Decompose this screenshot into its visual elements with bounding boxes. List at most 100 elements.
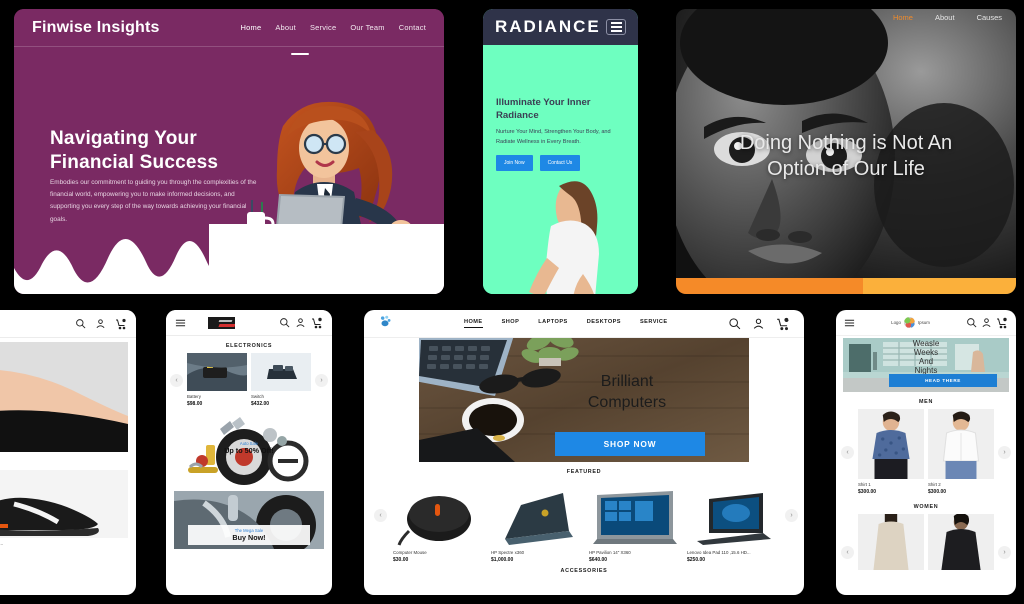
user-icon[interactable] [752, 317, 765, 330]
radiance-header: RADIANCE [483, 9, 638, 45]
nav-item-home[interactable]: Home [893, 13, 913, 22]
card-auto-parts-shop[interactable]: 0 ELECTRONICS ‹ Battery $98.00 Switch $4… [166, 310, 332, 595]
nav-item-shop[interactable]: SHOP [502, 319, 520, 328]
shirt-1-model-photo [858, 409, 924, 479]
nav-item-our-team[interactable]: Our Team [350, 23, 384, 32]
computers-hero-banner[interactable]: Brilliant Computers SHOP NOW [419, 338, 749, 462]
product-card[interactable] [928, 514, 994, 570]
product-price: $432.00 [251, 401, 270, 407]
card-footwear-shop[interactable]: ear W Sport Air Max 90 Shoes ... .00 › [0, 310, 136, 595]
auto-sale-banner[interactable]: Auto Sale Up to 50% Off! [174, 415, 324, 485]
product-name: Shirt 2 [928, 482, 941, 487]
nav-item-about[interactable]: About [935, 13, 955, 22]
finwise-brand: Finwise Insights [32, 18, 160, 36]
product-card[interactable]: Battery $98.00 [187, 353, 247, 407]
mega-sale-banner[interactable]: The Mega Sale Buy Now! [174, 491, 324, 549]
hp-pavilion-photo [593, 491, 677, 544]
nav-item-laptops[interactable]: LAPTOPS [538, 319, 567, 328]
hero-title: Brilliant Computers [547, 372, 707, 414]
product-card[interactable]: Shirt 2 $300.00 [928, 409, 994, 495]
search-icon[interactable] [279, 317, 290, 328]
cart-icon[interactable]: 0 [776, 316, 790, 331]
finwise-hero: Finwise Insights Home About Service Our … [14, 9, 444, 294]
fashion-hero-banner[interactable]: Weasle Weeks And Nights HEAD THERE [843, 338, 1009, 392]
product-image [393, 483, 485, 547]
section-title-women: WOMEN [913, 504, 939, 510]
head-there-button[interactable]: HEAD THERE [889, 374, 997, 387]
radiance-hero: Illuminate Your Inner Radiance Nurture Y… [483, 45, 638, 294]
carousel-prev-button[interactable]: ‹ [170, 373, 183, 387]
card-charity[interactable]: Home About Causes Doing Nothing is Not A… [676, 9, 1016, 294]
product-price: $1,000.00 [491, 557, 514, 563]
nav-item-causes[interactable]: Causes [977, 13, 1002, 22]
nav-item-contact[interactable]: Contact [399, 23, 426, 32]
product-card[interactable]: Shirt 1 $300.00 [858, 409, 924, 495]
computer-mouse-photo [397, 496, 471, 546]
footwear-header [0, 310, 136, 338]
cart-icon[interactable]: 0 [311, 316, 324, 329]
nav-item-home[interactable]: HOME [464, 319, 483, 328]
cart-icon[interactable]: 0 [996, 315, 1009, 329]
product-card[interactable] [858, 514, 924, 570]
card-fashion-shop[interactable]: Logo Ipsum 0 Weasle Weeks And Nights HEA… [836, 310, 1016, 595]
finwise-nav-links: Home About Service Our Team Contact [241, 23, 426, 32]
section-title-men: MEN [918, 399, 934, 405]
footwear-hero-banner[interactable]: ear W [0, 342, 128, 452]
product-image [928, 409, 994, 479]
join-now-button[interactable]: Join Now [496, 155, 533, 171]
carousel-prev-button[interactable]: ‹ [374, 509, 387, 522]
carousel-prev-button[interactable]: ‹ [841, 445, 854, 459]
user-icon[interactable] [295, 317, 306, 328]
product-card[interactable]: Switch $432.00 [251, 353, 311, 407]
nav-item-desktops[interactable]: DESKTOPS [587, 319, 621, 328]
product-price: .00 [0, 548, 128, 554]
wellness-woman-photo [529, 181, 599, 294]
hp-spectre-photo [505, 493, 573, 545]
hamburger-icon[interactable] [844, 318, 855, 328]
nav-item-about[interactable]: About [275, 23, 296, 32]
product-card[interactable]: Lenovo Idea Pad 110 ,15.6 HD... $250.00 [687, 483, 779, 563]
product-card[interactable]: HP Pavilion 14" X360 $640.00 [589, 483, 681, 563]
hamburger-icon[interactable] [606, 19, 626, 35]
carousel-next-button[interactable]: › [315, 373, 328, 387]
user-icon[interactable] [95, 318, 106, 329]
electronics-carousel: ‹ Battery $98.00 Switch $432.00 › [166, 353, 332, 407]
logo-mark-icon [903, 317, 915, 328]
hamburger-icon[interactable] [175, 318, 186, 328]
card-finwise-insights[interactable]: Finwise Insights Home About Service Our … [14, 9, 444, 294]
search-icon[interactable] [966, 317, 977, 328]
radiance-logo: RADIANCE [495, 17, 601, 36]
product-name: HP Spectre x360 [491, 550, 525, 555]
quote-line-2: Option of Our Life [767, 157, 925, 180]
quote-line-1: Doing Nothing is Not An [739, 132, 953, 154]
auto-header: 0 [166, 310, 332, 336]
brand-logo-icon[interactable] [378, 314, 392, 333]
card-radiance[interactable]: RADIANCE Illuminate Your Inner Radiance … [483, 9, 638, 294]
auto-sale-text: Auto Sale Up to 50% Off! [174, 441, 324, 455]
carousel-next-button[interactable]: › [998, 445, 1011, 459]
computers-header: HOME SHOP LAPTOPS DESKTOPS SERVICE 0 [364, 310, 804, 338]
nav-item-service[interactable]: SERVICE [640, 319, 668, 328]
contact-us-button[interactable]: Contact Us [539, 155, 581, 171]
nav-item-service[interactable]: Service [310, 23, 336, 32]
product-name: Battery [187, 394, 201, 399]
shop-now-button[interactable]: SHOP NOW [555, 432, 705, 456]
carousel-next-button[interactable]: › [998, 545, 1011, 559]
radiance-heading: Illuminate Your Inner Radiance [496, 97, 591, 121]
carousel-next-button[interactable]: › [785, 509, 798, 522]
footwear-product[interactable]: Sport Air Max 90 Shoes ... .00 › [0, 470, 128, 554]
card-brilliant-computers[interactable]: HOME SHOP LAPTOPS DESKTOPS SERVICE 0 Bri… [364, 310, 804, 595]
product-card[interactable]: Computer Mouse $30.00 [393, 483, 485, 563]
cart-icon[interactable] [115, 318, 127, 330]
user-icon[interactable] [981, 317, 992, 328]
nav-item-home[interactable]: Home [241, 23, 262, 32]
headline-line-1: Navigating Your [50, 128, 197, 149]
product-card[interactable]: HP Spectre x360 $1,000.00 [491, 483, 583, 563]
mega-sale-text: The Mega Sale Buy Now! [188, 525, 310, 545]
search-icon[interactable] [728, 317, 741, 330]
carousel-prev-button[interactable]: ‹ [841, 545, 854, 559]
cart-count-badge: 0 [1007, 315, 1009, 320]
paw-logo-glyph [380, 315, 391, 327]
product-image [687, 483, 779, 547]
search-icon[interactable] [75, 318, 86, 329]
